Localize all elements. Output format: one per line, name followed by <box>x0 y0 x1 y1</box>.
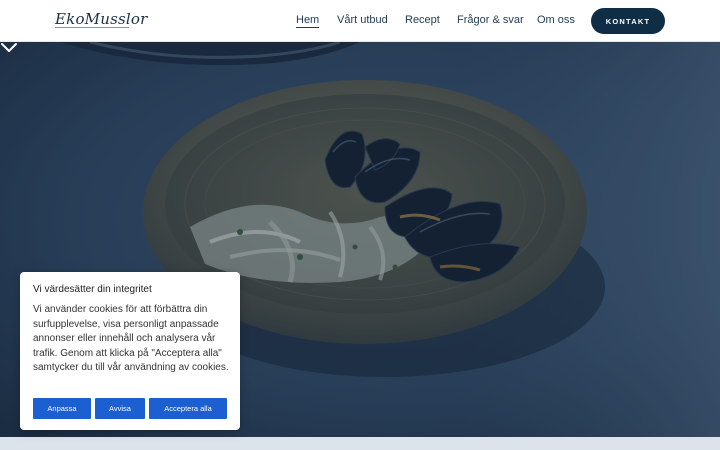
chevron-down-icon[interactable] <box>0 42 18 54</box>
nav-item-fragor-svar[interactable]: Frågor & svar <box>457 14 524 26</box>
nav-item-recept[interactable]: Recept <box>405 14 440 26</box>
next-section-edge <box>0 437 720 450</box>
cookie-consent-banner: Vi värdesätter din integritet Vi använde… <box>20 272 240 430</box>
nav-item-hem[interactable]: Hem <box>296 14 320 28</box>
nav-item-vart-utbud[interactable]: Vårt utbud <box>337 14 388 26</box>
cookie-text: Vi använder cookies för att förbättra di… <box>33 304 229 374</box>
nav-item-om-oss[interactable]: Om oss <box>537 14 575 26</box>
reject-button[interactable]: Avvisa <box>95 398 145 419</box>
site-header: EkoMusslor Hem Vårt utbud Recept Frågor … <box>0 0 720 42</box>
cookie-title: Vi värdesätter din integritet <box>33 284 152 295</box>
accept-all-button[interactable]: Acceptera alla <box>149 398 227 419</box>
customize-button[interactable]: Anpassa <box>33 398 91 419</box>
contact-button[interactable]: KONTAKT <box>591 8 665 34</box>
